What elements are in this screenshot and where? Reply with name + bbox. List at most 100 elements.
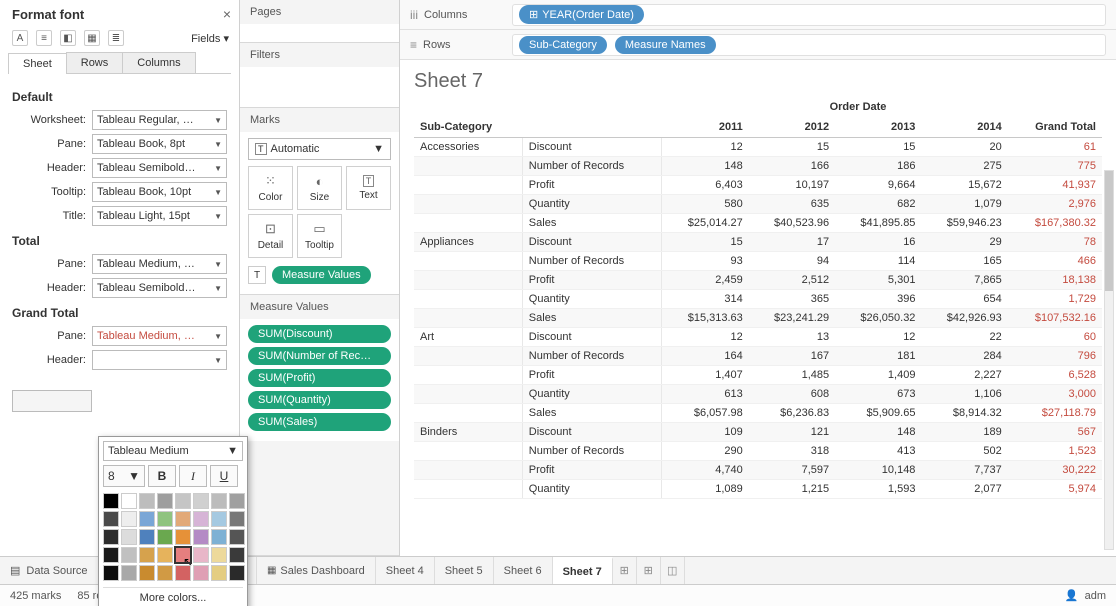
font-size-select[interactable]: 8▼: [103, 465, 145, 487]
color-swatch[interactable]: [139, 565, 155, 581]
header-select[interactable]: Tableau Semibold…▼: [92, 158, 227, 178]
tab-columns[interactable]: Columns: [122, 52, 195, 73]
color-swatch[interactable]: [229, 547, 245, 563]
sheet-tab[interactable]: Sheet 7: [553, 557, 613, 584]
color-swatch[interactable]: [121, 529, 137, 545]
sheet-tab[interactable]: ▦Sales Dashboard: [257, 557, 376, 584]
sheet-tab[interactable]: Sheet 6: [494, 557, 553, 584]
color-swatch[interactable]: [139, 547, 155, 563]
tooltip-select[interactable]: Tableau Book, 10pt▼: [92, 182, 227, 202]
color-swatch[interactable]: [211, 547, 227, 563]
color-swatch[interactable]: [175, 565, 191, 581]
color-swatch[interactable]: [103, 511, 119, 527]
data-source-tab[interactable]: ▤Data Source: [0, 564, 98, 577]
color-swatch[interactable]: [157, 547, 173, 563]
total-header-select[interactable]: Tableau Semibold…▼: [92, 278, 227, 298]
tab-sheet[interactable]: Sheet: [8, 53, 67, 74]
fields-dropdown[interactable]: Fields ▾: [191, 32, 229, 45]
color-swatch[interactable]: [157, 565, 173, 581]
borders-icon[interactable]: ▦: [84, 30, 100, 46]
color-swatch[interactable]: [103, 565, 119, 581]
font-name-select[interactable]: Tableau Medium▼: [103, 441, 243, 461]
color-swatch[interactable]: [121, 511, 137, 527]
color-swatch[interactable]: [121, 565, 137, 581]
color-swatch[interactable]: [121, 493, 137, 509]
sheet-tab[interactable]: Sheet 4: [376, 557, 435, 584]
color-swatch[interactable]: [175, 493, 191, 509]
color-swatch[interactable]: [157, 493, 173, 509]
pane-select[interactable]: Tableau Book, 8pt▼: [92, 134, 227, 154]
color-swatch[interactable]: [103, 493, 119, 509]
underline-button[interactable]: U: [210, 465, 238, 487]
measure-names-pill[interactable]: Measure Names: [615, 36, 716, 54]
column-header[interactable]: 2013: [835, 117, 921, 138]
pages-shelf[interactable]: Pages: [240, 0, 399, 24]
column-header[interactable]: [522, 117, 662, 138]
color-swatch[interactable]: [193, 529, 209, 545]
marks-type-select[interactable]: TAutomatic▼: [248, 138, 391, 160]
italic-button[interactable]: I: [179, 465, 207, 487]
text-button[interactable]: TText: [346, 166, 391, 210]
color-swatch[interactable]: [103, 547, 119, 563]
color-swatch[interactable]: [139, 493, 155, 509]
color-swatch[interactable]: [157, 511, 173, 527]
gt-pane-select[interactable]: Tableau Medium, …▼: [92, 326, 227, 346]
color-swatch[interactable]: [193, 565, 209, 581]
color-swatch[interactable]: [229, 529, 245, 545]
measure-value-pill[interactable]: SUM(Quantity): [248, 391, 391, 409]
alignment-icon[interactable]: ≡: [36, 30, 52, 46]
color-swatch[interactable]: [175, 529, 191, 545]
column-header[interactable]: Grand Total: [1008, 117, 1102, 138]
color-swatch[interactable]: [193, 547, 209, 563]
measure-value-pill[interactable]: SUM(Number of Rec…: [248, 347, 391, 365]
filters-shelf[interactable]: Filters: [240, 43, 399, 67]
color-swatch[interactable]: [229, 511, 245, 527]
total-pane-select[interactable]: Tableau Medium, …▼: [92, 254, 227, 274]
measure-value-pill[interactable]: SUM(Discount): [248, 325, 391, 343]
gt-header-select[interactable]: ▼: [92, 350, 227, 370]
color-swatch[interactable]: [121, 547, 137, 563]
color-swatch[interactable]: [229, 493, 245, 509]
title-select[interactable]: Tableau Light, 15pt▼: [92, 206, 227, 226]
column-header[interactable]: 2011: [662, 117, 749, 138]
lines-icon[interactable]: ≣: [108, 30, 124, 46]
color-swatch[interactable]: [229, 565, 245, 581]
columns-shelf[interactable]: ⊞YEAR(Order Date): [512, 4, 1106, 26]
rows-shelf[interactable]: Sub-Category Measure Names: [512, 34, 1106, 56]
close-icon[interactable]: ×: [223, 6, 231, 22]
color-button[interactable]: ⁙Color: [248, 166, 293, 210]
clear-button[interactable]: [12, 390, 92, 412]
color-swatch[interactable]: [193, 493, 209, 509]
color-swatch[interactable]: [211, 511, 227, 527]
subcategory-pill[interactable]: Sub-Category: [519, 36, 607, 54]
color-swatch[interactable]: [193, 511, 209, 527]
detail-button[interactable]: ⊡Detail: [248, 214, 293, 258]
color-swatch[interactable]: [157, 529, 173, 545]
scroll-thumb[interactable]: [1105, 171, 1113, 291]
color-swatch[interactable]: [175, 511, 191, 527]
new-worksheet-icon[interactable]: ⊞: [613, 557, 637, 584]
worksheet-select[interactable]: Tableau Regular, …▼: [92, 110, 227, 130]
color-swatch[interactable]: [103, 529, 119, 545]
color-swatch[interactable]: ↖: [175, 547, 191, 563]
column-header[interactable]: 2012: [749, 117, 835, 138]
measure-values-pill[interactable]: Measure Values: [272, 266, 371, 284]
color-swatch[interactable]: [211, 493, 227, 509]
column-header[interactable]: 2014: [921, 117, 1007, 138]
column-header[interactable]: Sub-Category: [414, 117, 522, 138]
new-story-icon[interactable]: ◫: [661, 557, 685, 584]
tooltip-button[interactable]: ▭Tooltip: [297, 214, 342, 258]
color-swatch[interactable]: [139, 529, 155, 545]
new-dashboard-icon[interactable]: ⊞: [637, 557, 661, 584]
sheet-title[interactable]: Sheet 7: [414, 70, 1102, 93]
color-swatch[interactable]: [211, 529, 227, 545]
shading-icon[interactable]: ◧: [60, 30, 76, 46]
bold-button[interactable]: B: [148, 465, 176, 487]
scrollbar[interactable]: [1104, 170, 1114, 550]
tab-rows[interactable]: Rows: [66, 52, 124, 73]
sheet-tab[interactable]: Sheet 5: [435, 557, 494, 584]
color-swatch[interactable]: [211, 565, 227, 581]
measure-value-pill[interactable]: SUM(Profit): [248, 369, 391, 387]
measure-value-pill[interactable]: SUM(Sales): [248, 413, 391, 431]
size-button[interactable]: ◐Size: [297, 166, 342, 210]
